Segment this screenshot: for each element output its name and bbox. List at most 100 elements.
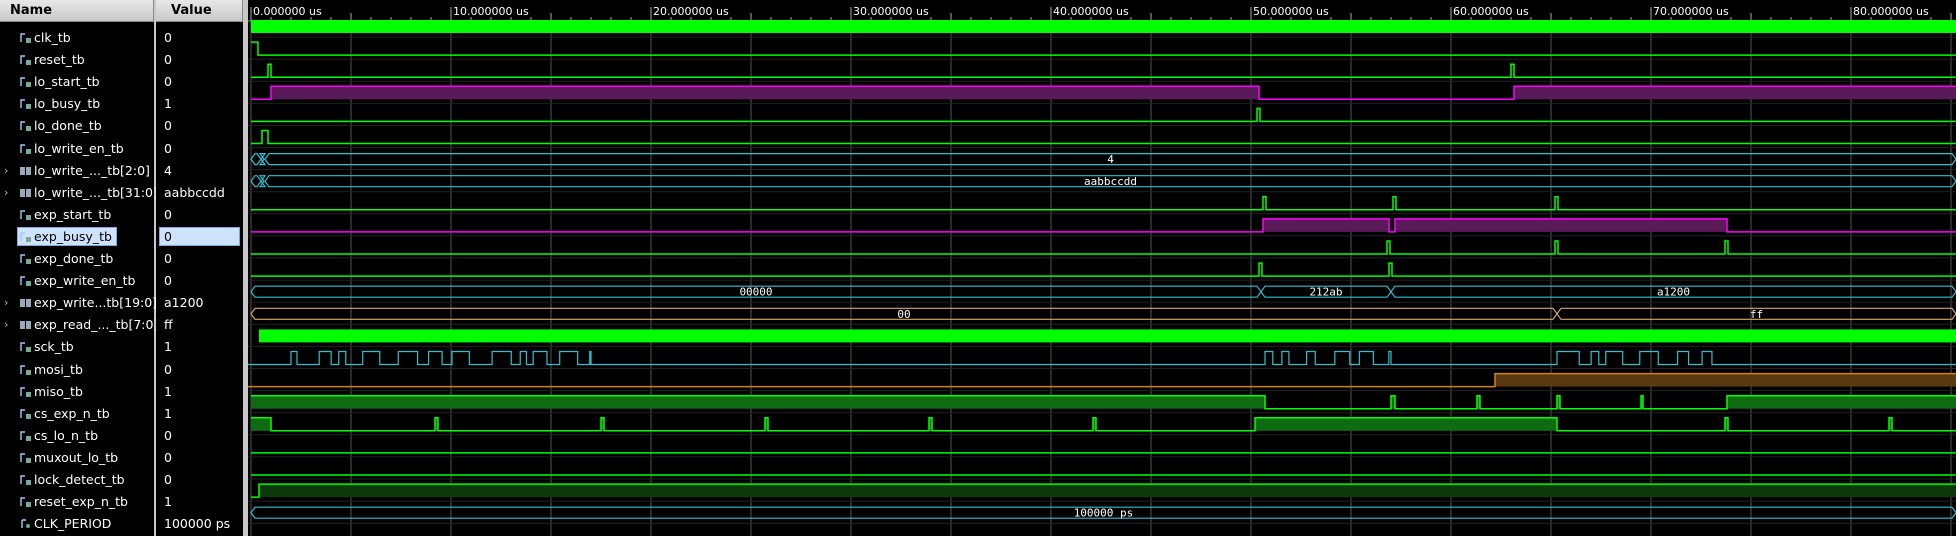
exp-write-data-bus-value-label: 00000	[739, 286, 772, 299]
signal-row-mosi-tb[interactable]: mosi_tb	[0, 359, 154, 381]
value-cell-lo-write-tb-2-0[interactable]: 4	[156, 160, 243, 182]
signal-name: sck_tb	[34, 339, 74, 355]
value-column-header[interactable]: Value	[155, 0, 243, 22]
signal-row-lock-detect-tb[interactable]: lock_detect_tb	[0, 469, 154, 491]
signal-value: 0	[164, 118, 172, 134]
value-cell-lock-detect-tb[interactable]: 0	[156, 469, 243, 491]
signal-row-reset-exp-n-tb[interactable]: reset_exp_n_tb	[0, 491, 154, 513]
signal-name: cs_exp_n_tb	[34, 405, 110, 421]
signal-row-cs-exp-n-tb[interactable]: cs_exp_n_tb	[0, 403, 154, 425]
lo-write-data-bus-value-label: aabbccdd	[1084, 175, 1137, 188]
lo-write-addr-bus-segment	[258, 153, 267, 166]
signal-name: exp_start_tb	[34, 206, 112, 222]
value-cell-exp-busy-tb[interactable]: 0	[156, 226, 243, 248]
value-cell-miso-tb[interactable]: 1	[156, 381, 243, 403]
signal-name: lo_write_..._tb[31:0]	[34, 184, 158, 200]
exp-done-trace	[251, 240, 1956, 255]
lo-write-data-bus-segment	[258, 175, 267, 188]
expand-chevron-icon[interactable]: ›	[4, 318, 8, 331]
name-column-header[interactable]: Name	[0, 0, 154, 22]
value-cell-lo-done-tb[interactable]: 0	[156, 115, 243, 137]
signal-row-miso-tb[interactable]: miso_tb	[0, 381, 154, 403]
signal-row-lo-start-tb[interactable]: lo_start_tb	[0, 71, 154, 93]
lo-write-addr-bus-value-label: 4	[1107, 153, 1114, 166]
waveform-canvas[interactable]: 0.000000 us 10.000000 us 20.000000 us 30.00…	[248, 0, 1956, 536]
value-cell-mosi-tb[interactable]: 0	[156, 359, 243, 381]
signal-name: muxout_lo_tb	[34, 449, 119, 465]
signal-row-reset-tb[interactable]: reset_tb	[0, 49, 154, 71]
ruler-tick-label: 70.000000 us	[1653, 5, 1729, 18]
value-cell-exp-write-tb-19-0[interactable]: a1200	[156, 292, 243, 314]
clk-period-param-value-label: 100000 ps	[1074, 507, 1134, 520]
signal-value: 0	[164, 273, 172, 289]
lo-write-addr-bus-segment	[250, 153, 262, 166]
expand-chevron-icon[interactable]: ›	[4, 296, 8, 309]
signal-name: lock_detect_tb	[34, 472, 125, 487]
signal-value-list: 0 0 0 1 0 0 4 aabbccdd 0 0 0 0 a1200 ff 1 0 1 1 0 0 0 1 100000…	[156, 22, 243, 536]
signal-name-list: clk_tb reset_tb lo_start_tb lo_busy_tb lo_do…	[0, 22, 158, 536]
signal-name: lo_write_..._tb[2:0]	[34, 162, 150, 178]
value-cell-lo-write-en-tb[interactable]: 0	[156, 138, 243, 160]
miso-high-fill	[1495, 373, 1956, 387]
sck-trace	[259, 329, 1956, 343]
exp-busy-trace-high-fill	[1395, 218, 1727, 232]
value-cell-reset-tb[interactable]: 0	[156, 49, 243, 71]
expand-chevron-icon[interactable]: ›	[4, 186, 8, 199]
value-cell-cs-exp-n-tb[interactable]: 1	[156, 403, 243, 425]
value-cell-cs-lo-n-tb[interactable]: 0	[156, 425, 243, 447]
ruler-tick-label: 30.000000 us	[853, 5, 929, 18]
exp-read-data-bus-value-label: 00	[897, 308, 910, 321]
signal-name: lo_done_tb	[34, 118, 102, 134]
signal-row-exp-busy-tb[interactable]: exp_busy_tb	[0, 226, 154, 248]
value-cell-exp-done-tb[interactable]: 0	[156, 248, 243, 270]
cs-lo-n-trace	[251, 417, 1956, 432]
signal-row-muxout-lo-tb[interactable]: muxout_lo_tb	[0, 447, 154, 469]
signal-row-clk-period[interactable]: CLK_PERIOD	[0, 513, 154, 535]
signal-row-exp-done-tb[interactable]: exp_done_tb	[0, 248, 154, 270]
value-cell-clk-tb[interactable]: 0	[156, 27, 243, 49]
expand-chevron-icon[interactable]: ›	[4, 164, 8, 177]
value-cell-muxout-lo-tb[interactable]: 0	[156, 447, 243, 469]
value-cell-exp-read-tb-7-0[interactable]: ff	[156, 314, 243, 336]
signal-row-exp-write-en-tb[interactable]: exp_write_en_tb	[0, 270, 154, 292]
exp-write-en-trace	[251, 262, 1956, 277]
value-cell-reset-exp-n-tb[interactable]: 1	[156, 491, 243, 513]
signal-name: exp_write...tb[19:0]	[34, 295, 158, 311]
value-cell-sck-tb[interactable]: 1	[156, 336, 243, 358]
signal-value: a1200	[164, 295, 204, 311]
signal-name: exp_write_en_tb	[34, 273, 136, 289]
signal-value: 0	[164, 427, 172, 443]
signal-name: miso_tb	[34, 383, 83, 399]
signal-name: lo_write_en_tb	[34, 140, 124, 156]
value-cell-lo-start-tb[interactable]: 0	[156, 71, 243, 93]
signal-name: exp_read_..._tb[7:0]	[34, 317, 159, 333]
signal-row-sck-tb[interactable]: sck_tb	[0, 336, 154, 358]
signal-row-lo-busy-tb[interactable]: lo_busy_tb	[0, 93, 154, 115]
value-cell-exp-start-tb[interactable]: 0	[156, 204, 243, 226]
signal-value: 4	[164, 162, 172, 178]
signal-value: 0	[164, 52, 172, 68]
signal-row-exp-write-tb-19-0[interactable]: › exp_write...tb[19:0]	[0, 292, 158, 314]
signal-value: 1	[164, 494, 172, 510]
waveform-viewer[interactable]: 0.000000 us 10.000000 us 20.000000 us 30.00…	[248, 0, 1956, 536]
signal-row-exp-read-tb-7-0[interactable]: › exp_read_..._tb[7:0]	[0, 314, 158, 336]
lo-start-trace	[251, 63, 1956, 78]
value-cell-exp-write-en-tb[interactable]: 0	[156, 270, 243, 292]
ruler-tick-label: 10.000000 us	[453, 5, 529, 18]
signal-row-clk-tb[interactable]: clk_tb	[0, 27, 154, 49]
signal-row-cs-lo-n-tb[interactable]: cs_lo_n_tb	[0, 425, 154, 447]
value-cell-lo-busy-tb[interactable]: 1	[156, 93, 243, 115]
signal-row-lo-write-tb-2-0[interactable]: › lo_write_..._tb[2:0]	[0, 160, 154, 182]
signal-value: 0	[164, 228, 172, 244]
value-cell-clk-period[interactable]: 100000 ps	[156, 513, 243, 535]
value-cell-lo-write-tb-31-0[interactable]: aabbccdd	[156, 182, 243, 204]
signal-name: lo_busy_tb	[34, 96, 101, 112]
signal-value: 0	[164, 361, 172, 377]
signal-row-exp-start-tb[interactable]: exp_start_tb	[0, 204, 154, 226]
signal-name: mosi_tb	[34, 361, 83, 377]
signal-name: lo_start_tb	[34, 74, 100, 90]
signal-row-lo-done-tb[interactable]: lo_done_tb	[0, 115, 154, 137]
signal-row-lo-write-tb-31-0[interactable]: › lo_write_..._tb[31:0]	[0, 182, 158, 204]
ruler-tick-label: 80.000000 us	[1853, 5, 1929, 18]
signal-row-lo-write-en-tb[interactable]: lo_write_en_tb	[0, 138, 154, 160]
